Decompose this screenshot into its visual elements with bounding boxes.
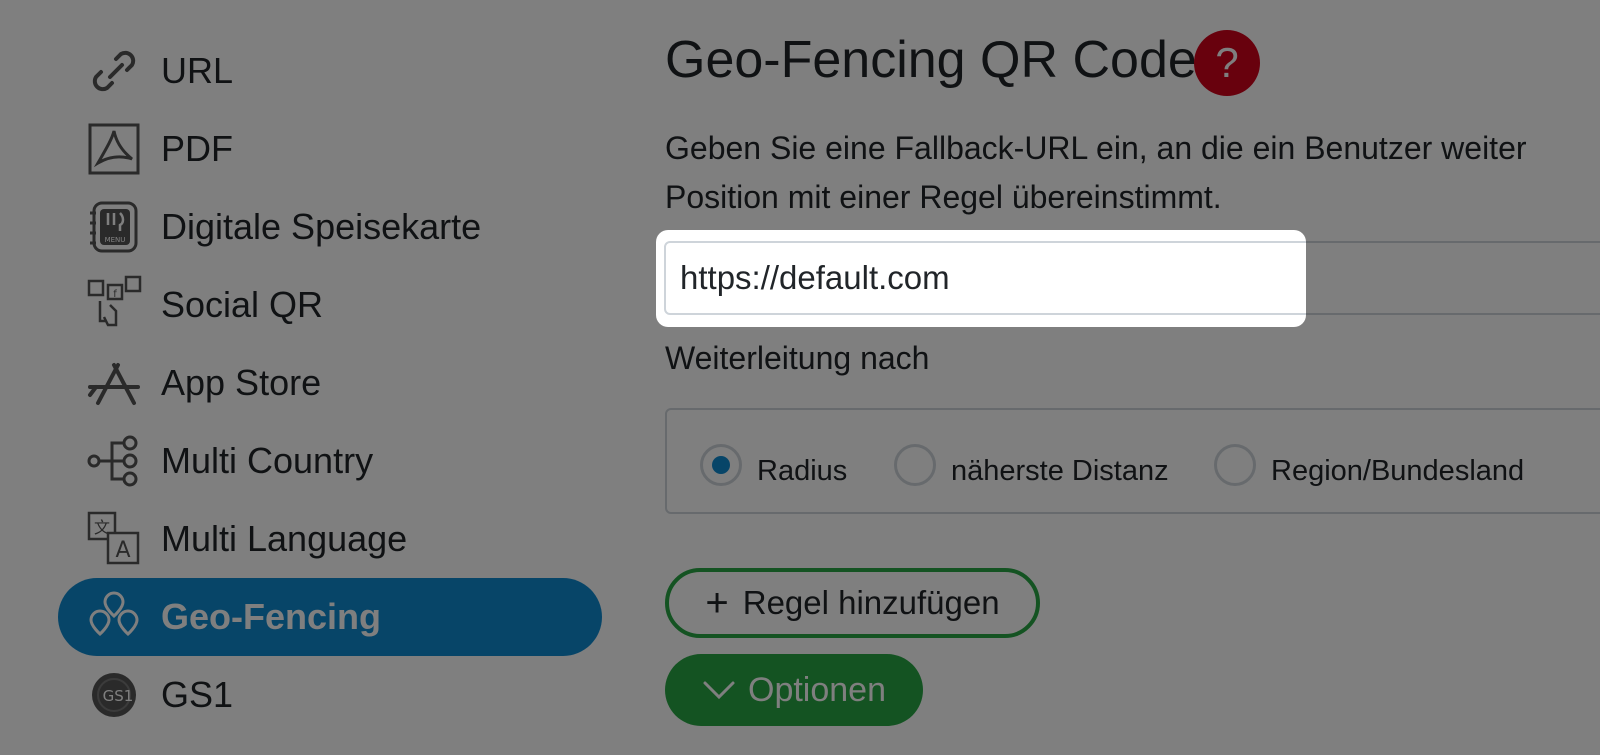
plus-icon: + (705, 581, 729, 625)
sidebar-item-gs1[interactable]: GS1 GS1 (58, 656, 602, 734)
add-rule-label: Regel hinzufügen (742, 584, 1000, 621)
sidebar-item-label: Social QR (161, 284, 324, 325)
radio-option-region[interactable]: Region/Bundesland (1214, 440, 1524, 490)
redirect-options-group: Radius näherste Distanz Region/Bundeslan… (665, 408, 1600, 514)
social-icon: f (86, 275, 142, 335)
help-button[interactable]: ? (1194, 30, 1260, 96)
svg-text:f: f (113, 289, 117, 300)
redirect-label: Weiterleitung nach (665, 340, 930, 376)
chevron-down-icon (703, 681, 735, 700)
radio-dot (712, 456, 730, 474)
sidebar-item-app-store[interactable]: App Store (58, 344, 602, 422)
radio-option-nearest[interactable]: näherste Distanz (894, 440, 1169, 490)
menu-icon: MENU (86, 197, 142, 257)
description: Geben Sie eine Fallback-URL ein, an die … (665, 124, 1600, 222)
radio-label: näherste Distanz (951, 454, 1169, 487)
fallback-url-input-highlighted[interactable] (680, 243, 1306, 313)
add-rule-button[interactable]: + Regel hinzufügen (665, 568, 1040, 638)
pdf-icon (86, 119, 142, 179)
page-title: Geo-Fencing QR Code (665, 31, 1197, 89)
app-store-icon (86, 353, 142, 413)
description-line: Position mit einer Regel übereinstimmt. (665, 179, 1222, 215)
geo-fencing-icon (86, 587, 142, 647)
svg-text:A: A (115, 538, 130, 563)
language-icon: 文 A (86, 509, 142, 569)
sidebar-item-label: GS1 (161, 674, 234, 715)
radio-button[interactable] (1214, 444, 1256, 486)
radio-button[interactable] (700, 444, 742, 486)
radio-option-radius[interactable]: Radius (700, 440, 847, 490)
svg-text:GS1: GS1 (103, 687, 134, 705)
radio-button[interactable] (894, 444, 936, 486)
radio-label: Radius (757, 454, 848, 487)
sidebar-item-url[interactable]: URL (58, 32, 602, 110)
sidebar-item-label: PDF (161, 128, 233, 169)
sidebar-item-menu[interactable]: MENU Digitale Speisekarte (58, 188, 602, 266)
sidebar-item-social-qr[interactable]: f Social QR (58, 266, 602, 344)
multi-country-icon (86, 431, 142, 491)
sidebar-item-label: Digitale Speisekarte (161, 206, 482, 247)
svg-text:MENU: MENU (105, 236, 126, 244)
radio-label: Region/Bundesland (1271, 454, 1525, 487)
main-content: Geo-Fencing QR Code ? Geben Sie eine Fal… (620, 0, 1600, 755)
description-line: Geben Sie eine Fallback-URL ein, an die … (665, 130, 1527, 166)
sidebar-item-label: URL (161, 50, 234, 91)
sidebar-item-multi-language[interactable]: 文 A Multi Language (58, 500, 602, 578)
sidebar: URL PDF MENU Digitale Speisekarte f Soci… (0, 0, 620, 755)
link-icon (86, 41, 142, 101)
gs1-icon: GS1 (86, 665, 142, 725)
options-label: Optionen (748, 670, 886, 709)
sidebar-item-multi-country[interactable]: Multi Country (58, 422, 602, 500)
sidebar-item-pdf[interactable]: PDF (58, 110, 602, 188)
sidebar-item-label: App Store (161, 362, 322, 403)
options-button[interactable]: Optionen (665, 654, 923, 726)
spotlight-highlight (656, 230, 1306, 327)
fallback-url-field-highlighted (664, 241, 1306, 315)
sidebar-item-geo-fencing[interactable]: Geo-Fencing (58, 578, 602, 656)
sidebar-item-label: Geo-Fencing (161, 596, 382, 637)
sidebar-item-label: Multi Country (161, 440, 374, 481)
svg-text:文: 文 (94, 518, 110, 537)
sidebar-item-label: Multi Language (161, 518, 408, 559)
